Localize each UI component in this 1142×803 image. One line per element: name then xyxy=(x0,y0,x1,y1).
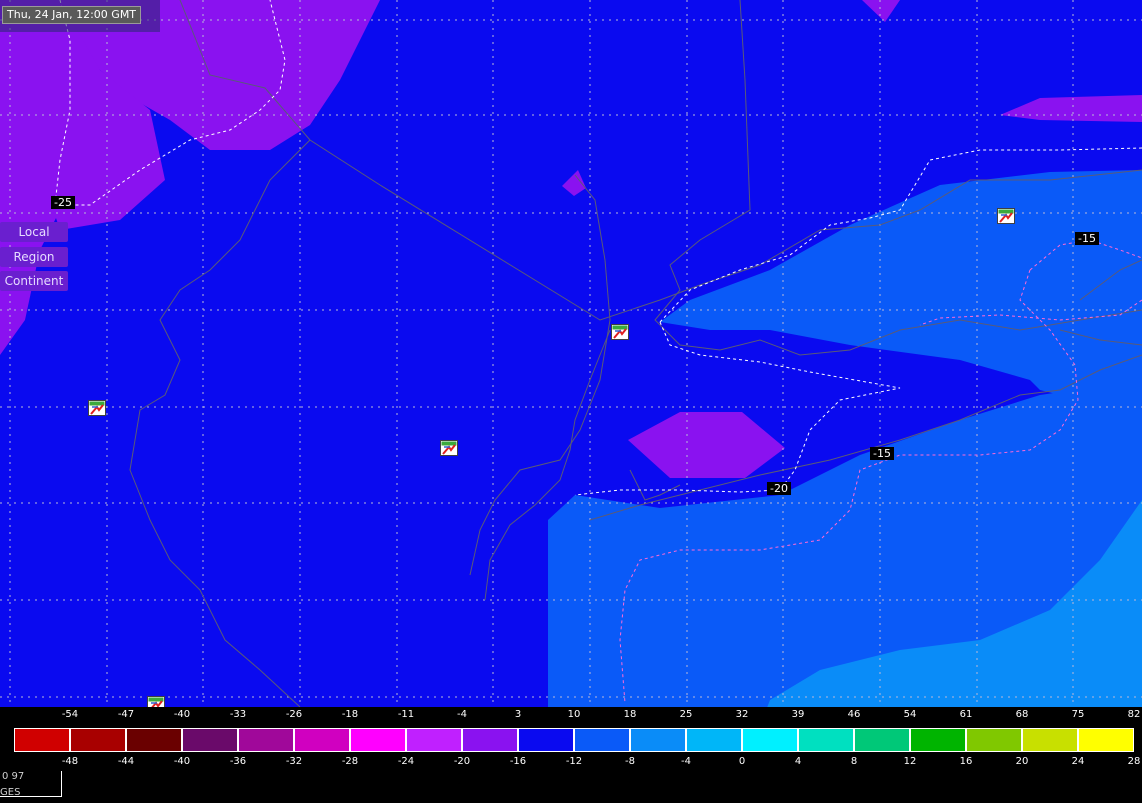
weather-station-icon[interactable] xyxy=(440,440,458,456)
legend-swatch xyxy=(910,728,966,752)
legend-swatch xyxy=(742,728,798,752)
legend-tick-fahrenheit: -47 xyxy=(117,709,135,720)
legend-tick-fahrenheit: -40 xyxy=(173,709,191,720)
legend-tick-celsius: 0 xyxy=(738,756,746,767)
contour-label: -25 xyxy=(51,196,75,209)
legend-tick-celsius: -36 xyxy=(229,756,247,767)
legend-tick-celsius: -8 xyxy=(625,756,635,767)
legend-tick-fahrenheit: 54 xyxy=(903,709,917,720)
weather-station-icon[interactable] xyxy=(611,324,629,340)
footer-label: GES xyxy=(0,787,21,798)
legend-swatch xyxy=(462,728,518,752)
legend-swatch xyxy=(518,728,574,752)
legend-tick-fahrenheit: 75 xyxy=(1071,709,1085,720)
legend-swatch xyxy=(294,728,350,752)
legend-tick-celsius: 20 xyxy=(1015,756,1029,767)
legend-swatch xyxy=(686,728,742,752)
legend-tick-fahrenheit: -4 xyxy=(457,709,467,720)
legend-swatch xyxy=(406,728,462,752)
legend-tick-celsius: -4 xyxy=(681,756,691,767)
contour-label: -15 xyxy=(1075,232,1099,245)
legend-tick-fahrenheit: 18 xyxy=(623,709,637,720)
legend-swatch xyxy=(238,728,294,752)
legend-tick-fahrenheit: 68 xyxy=(1015,709,1029,720)
legend-tick-celsius: -40 xyxy=(173,756,191,767)
temperature-legend: -54 -47 -40 -33 -26 -18 -11 -4 3 10 18 25 32 39 46 54 61… xyxy=(0,707,1142,771)
legend-tick-celsius: -28 xyxy=(341,756,359,767)
legend-swatch xyxy=(966,728,1022,752)
legend-tick-celsius: -16 xyxy=(509,756,527,767)
legend-tick-celsius: -12 xyxy=(565,756,583,767)
continent-button[interactable]: Continent xyxy=(0,271,68,291)
legend-tick-fahrenheit: -11 xyxy=(397,709,415,720)
legend-swatch xyxy=(126,728,182,752)
legend-tick-celsius: -32 xyxy=(285,756,303,767)
legend-tick-celsius: 24 xyxy=(1071,756,1085,767)
legend-tick-fahrenheit: 32 xyxy=(735,709,749,720)
legend-tick-fahrenheit: -18 xyxy=(341,709,359,720)
weather-station-icon[interactable] xyxy=(997,208,1015,224)
legend-tick-fahrenheit: 46 xyxy=(847,709,861,720)
weather-map[interactable]: Thu, 24 Jan, 12:00 GMT Local Region Cont… xyxy=(0,0,1142,803)
legend-tick-fahrenheit: 25 xyxy=(679,709,693,720)
legend-tick-fahrenheit: 61 xyxy=(959,709,973,720)
legend-swatch xyxy=(1078,728,1134,752)
legend-tick-celsius: -48 xyxy=(61,756,79,767)
legend-tick-celsius: -20 xyxy=(453,756,471,767)
legend-swatch xyxy=(1022,728,1078,752)
scale-text: 0 97 xyxy=(2,771,25,782)
legend-swatch xyxy=(70,728,126,752)
legend-tick-celsius: 8 xyxy=(850,756,858,767)
legend-tick-celsius: 12 xyxy=(903,756,917,767)
local-button[interactable]: Local xyxy=(0,222,68,242)
region-button[interactable]: Region xyxy=(0,247,68,267)
legend-tick-celsius: 16 xyxy=(959,756,973,767)
legend-swatch xyxy=(350,728,406,752)
timestamp: Thu, 24 Jan, 12:00 GMT xyxy=(2,6,142,24)
legend-tick-celsius: -24 xyxy=(397,756,415,767)
footer-bar: 0 97 GES xyxy=(0,771,1142,803)
legend-swatch xyxy=(14,728,70,752)
legend-tick-fahrenheit: 10 xyxy=(567,709,581,720)
legend-swatch xyxy=(574,728,630,752)
legend-tick-celsius: -44 xyxy=(117,756,135,767)
legend-tick-celsius: 4 xyxy=(794,756,802,767)
weather-station-icon[interactable] xyxy=(88,400,106,416)
legend-swatch xyxy=(630,728,686,752)
legend-tick-fahrenheit: 3 xyxy=(514,709,522,720)
legend-swatch xyxy=(798,728,854,752)
contour-label: -20 xyxy=(767,482,791,495)
temperature-map-layer xyxy=(0,0,1142,803)
contour-label: -15 xyxy=(870,447,894,460)
legend-tick-fahrenheit: -33 xyxy=(229,709,247,720)
legend-swatch xyxy=(854,728,910,752)
legend-tick-fahrenheit: -54 xyxy=(61,709,79,720)
legend-swatch xyxy=(182,728,238,752)
legend-tick-fahrenheit: 82 xyxy=(1127,709,1141,720)
legend-tick-fahrenheit: 39 xyxy=(791,709,805,720)
legend-tick-fahrenheit: -26 xyxy=(285,709,303,720)
legend-tick-celsius: 28 xyxy=(1127,756,1141,767)
